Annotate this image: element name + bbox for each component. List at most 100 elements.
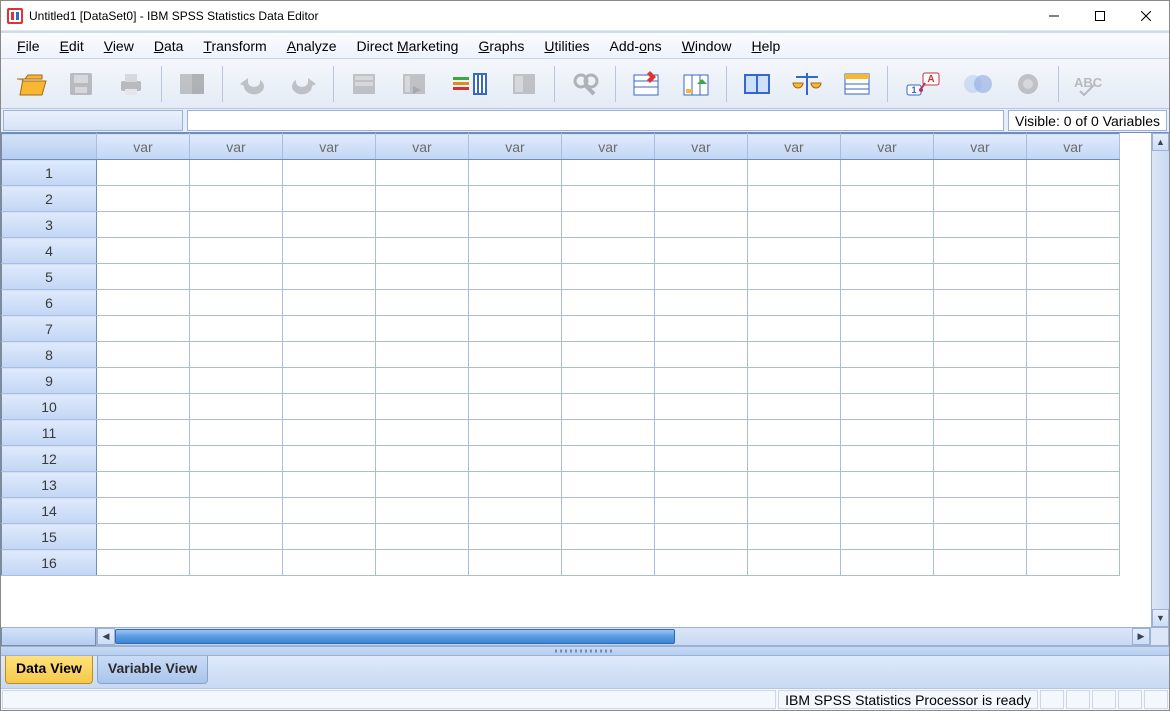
cell-6-10[interactable] — [1027, 290, 1120, 316]
cell-15-7[interactable] — [748, 524, 841, 550]
cell-16-3[interactable] — [376, 550, 469, 576]
cell-4-7[interactable] — [748, 238, 841, 264]
col-header-8[interactable]: var — [841, 134, 934, 160]
cell-12-9[interactable] — [934, 446, 1027, 472]
cell-15-2[interactable] — [283, 524, 376, 550]
cell-11-10[interactable] — [1027, 420, 1120, 446]
cell-2-6[interactable] — [655, 186, 748, 212]
cell-9-7[interactable] — [748, 368, 841, 394]
cell-2-7[interactable] — [748, 186, 841, 212]
scroll-down-icon[interactable]: ▼ — [1152, 609, 1169, 627]
cell-7-6[interactable] — [655, 316, 748, 342]
cell-5-0[interactable] — [97, 264, 190, 290]
formula-input[interactable] — [187, 110, 1004, 131]
cell-4-1[interactable] — [190, 238, 283, 264]
cell-10-1[interactable] — [190, 394, 283, 420]
cell-7-0[interactable] — [97, 316, 190, 342]
cell-14-7[interactable] — [748, 498, 841, 524]
cell-1-3[interactable] — [376, 160, 469, 186]
col-header-9[interactable]: var — [934, 134, 1027, 160]
cell-16-1[interactable] — [190, 550, 283, 576]
cell-13-1[interactable] — [190, 472, 283, 498]
cell-5-5[interactable] — [562, 264, 655, 290]
cell-16-6[interactable] — [655, 550, 748, 576]
cell-14-4[interactable] — [469, 498, 562, 524]
row-header-9[interactable]: 9 — [2, 368, 97, 394]
menu-analyze[interactable]: Analyze — [279, 36, 345, 56]
run-descriptives-button[interactable] — [502, 65, 546, 103]
cell-14-8[interactable] — [841, 498, 934, 524]
row-header-11[interactable]: 11 — [2, 420, 97, 446]
cell-4-5[interactable] — [562, 238, 655, 264]
cell-6-9[interactable] — [934, 290, 1027, 316]
cell-5-7[interactable] — [748, 264, 841, 290]
insert-variable-button[interactable] — [674, 65, 718, 103]
cell-11-8[interactable] — [841, 420, 934, 446]
cell-1-4[interactable] — [469, 160, 562, 186]
col-header-7[interactable]: var — [748, 134, 841, 160]
cell-2-1[interactable] — [190, 186, 283, 212]
cell-12-3[interactable] — [376, 446, 469, 472]
cell-2-0[interactable] — [97, 186, 190, 212]
cell-10-0[interactable] — [97, 394, 190, 420]
cell-13-2[interactable] — [283, 472, 376, 498]
cell-8-1[interactable] — [190, 342, 283, 368]
menu-help[interactable]: Help — [744, 36, 789, 56]
cell-10-5[interactable] — [562, 394, 655, 420]
cell-4-3[interactable] — [376, 238, 469, 264]
undo-button[interactable] — [231, 65, 275, 103]
cell-7-10[interactable] — [1027, 316, 1120, 342]
cell-10-3[interactable] — [376, 394, 469, 420]
cell-11-6[interactable] — [655, 420, 748, 446]
row-header-10[interactable]: 10 — [2, 394, 97, 420]
cell-13-7[interactable] — [748, 472, 841, 498]
cell-13-4[interactable] — [469, 472, 562, 498]
cell-12-8[interactable] — [841, 446, 934, 472]
cell-15-5[interactable] — [562, 524, 655, 550]
col-header-0[interactable]: var — [97, 134, 190, 160]
menu-utilities[interactable]: Utilities — [536, 36, 597, 56]
show-all-variables-button[interactable] — [1006, 65, 1050, 103]
cell-6-8[interactable] — [841, 290, 934, 316]
cell-5-10[interactable] — [1027, 264, 1120, 290]
cell-9-3[interactable] — [376, 368, 469, 394]
cell-12-5[interactable] — [562, 446, 655, 472]
cell-8-3[interactable] — [376, 342, 469, 368]
tab-variable-view[interactable]: Variable View — [97, 656, 208, 684]
cell-2-4[interactable] — [469, 186, 562, 212]
menu-direct-marketing[interactable]: Direct Marketing — [349, 36, 467, 56]
cell-10-10[interactable] — [1027, 394, 1120, 420]
cell-3-0[interactable] — [97, 212, 190, 238]
cell-10-8[interactable] — [841, 394, 934, 420]
col-header-10[interactable]: var — [1027, 134, 1120, 160]
cell-6-4[interactable] — [469, 290, 562, 316]
cell-11-9[interactable] — [934, 420, 1027, 446]
cell-9-10[interactable] — [1027, 368, 1120, 394]
cell-14-1[interactable] — [190, 498, 283, 524]
open-file-button[interactable] — [9, 65, 53, 103]
col-header-3[interactable]: var — [376, 134, 469, 160]
cell-4-4[interactable] — [469, 238, 562, 264]
cell-6-1[interactable] — [190, 290, 283, 316]
menu-addons[interactable]: Add-ons — [602, 36, 670, 56]
cell-13-8[interactable] — [841, 472, 934, 498]
cell-5-1[interactable] — [190, 264, 283, 290]
cell-6-7[interactable] — [748, 290, 841, 316]
cell-15-1[interactable] — [190, 524, 283, 550]
row-header-2[interactable]: 2 — [2, 186, 97, 212]
vertical-scrollbar[interactable]: ▲ ▼ — [1151, 133, 1169, 627]
cell-3-10[interactable] — [1027, 212, 1120, 238]
cell-6-6[interactable] — [655, 290, 748, 316]
cell-11-4[interactable] — [469, 420, 562, 446]
menu-view[interactable]: View — [96, 36, 142, 56]
goto-variable-button[interactable] — [392, 65, 436, 103]
cell-8-2[interactable] — [283, 342, 376, 368]
cell-1-8[interactable] — [841, 160, 934, 186]
col-header-4[interactable]: var — [469, 134, 562, 160]
cell-1-0[interactable] — [97, 160, 190, 186]
cell-7-8[interactable] — [841, 316, 934, 342]
row-header-16[interactable]: 16 — [2, 550, 97, 576]
cell-14-0[interactable] — [97, 498, 190, 524]
cell-15-0[interactable] — [97, 524, 190, 550]
cell-12-1[interactable] — [190, 446, 283, 472]
